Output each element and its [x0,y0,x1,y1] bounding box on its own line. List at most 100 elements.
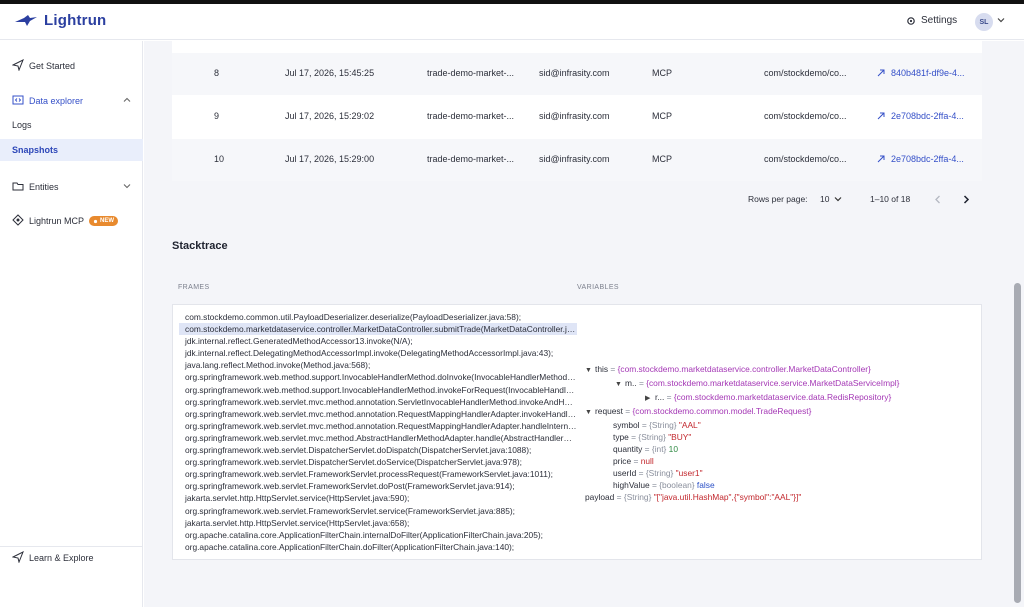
row-source: MCP [652,68,672,78]
sidebar-item-logs[interactable]: Logs [0,114,143,136]
stack-frame[interactable]: org.apache.catalina.core.ApplicationFilt… [179,541,577,553]
sidebar-item-lightrun-mcp[interactable]: Lightrun MCP NEW [0,210,143,232]
stack-frame[interactable]: jdk.internal.reflect.GeneratedMethodAcce… [179,335,577,347]
stack-frame[interactable]: org.springframework.web.method.support.I… [179,371,577,383]
avatar[interactable]: SL [975,13,993,31]
external-link-icon [877,112,885,120]
stack-frame[interactable]: com.stockdemo.common.util.PayloadDeseria… [179,311,577,323]
logo[interactable]: Lightrun [14,12,106,29]
previous-page-icon[interactable] [934,195,942,204]
row-location: com/stockdemo/co... [764,154,847,164]
stack-frame[interactable]: org.springframework.web.servlet.Framewor… [179,480,577,492]
table-row[interactable]: 10 Jul 17, 2026, 15:29:00 trade-demo-mar… [172,139,982,181]
external-link-icon [877,155,885,163]
table-row[interactable]: 8 Jul 17, 2026, 15:45:25 trade-demo-mark… [172,53,982,95]
stack-frame[interactable]: org.springframework.web.servlet.Dispatch… [179,456,577,468]
sidebar: Get Started Data explorer Logs Snapshots… [0,41,143,607]
stack-frame[interactable]: org.springframework.web.servlet.mvc.meth… [179,408,577,420]
expand-right-icon[interactable]: ▶ [645,393,655,405]
rows-per-page-select[interactable]: 10 [820,194,842,204]
row-number: 9 [214,111,220,121]
variables-header: VARIABLES [577,284,619,291]
sidebar-item-label: Get Started [29,61,76,71]
main-content: 8 Jul 17, 2026, 15:45:25 trade-demo-mark… [144,41,1010,607]
row-id-link[interactable]: 840b481f-df9e-4... [877,68,965,78]
stack-frame[interactable]: org.apache.catalina.core.ApplicationFilt… [179,529,577,541]
settings-button[interactable]: Settings [906,15,957,26]
sidebar-item-label: Learn & Explore [29,553,94,563]
settings-label: Settings [921,15,958,26]
sidebar-item-data-explorer[interactable]: Data explorer [0,90,143,112]
row-date: Jul 17, 2026, 15:29:00 [285,154,375,164]
folder-icon [12,182,24,191]
lightrun-logo-icon [15,14,37,26]
table-row[interactable]: 9 Jul 17, 2026, 15:29:02 trade-demo-mark… [172,96,982,138]
row-location: com/stockdemo/co... [764,111,847,121]
stack-frame-selected[interactable]: com.stockdemo.marketdataservice.controll… [179,323,577,336]
var-m[interactable]: ▼ m.. = {com.stockdemo.marketdataservice.… [615,377,899,389]
var-quantity: quantity = {int} 10 [613,444,678,454]
var-request[interactable]: ▼ request = {com.stockdemo.common.model.T… [585,405,811,417]
row-agent: trade-demo-market-... [427,68,515,78]
stacktrace-panel: com.stockdemo.common.util.PayloadDeseria… [172,304,982,560]
row-user: sid@infrasity.com [539,68,610,78]
expand-down-icon[interactable]: ▼ [615,379,625,391]
row-id: 2e708bdc-2ffa-4... [891,154,964,164]
sidebar-item-label: Snapshots [12,145,59,155]
row-number: 8 [214,68,220,78]
chevron-down-icon[interactable] [997,17,1005,23]
row-agent: trade-demo-market-... [427,111,515,121]
stack-frame[interactable]: org.springframework.web.servlet.mvc.meth… [179,420,577,432]
var-highvalue: highValue = {boolean} false [613,480,715,490]
brand-name: Lightrun [44,12,107,29]
expand-down-icon[interactable]: ▼ [585,365,595,377]
stack-frame[interactable]: jakarta.servlet.http.HttpServlet.service… [179,517,577,529]
row-source: MCP [652,111,672,121]
sidebar-item-label: Logs [12,120,32,130]
row-id-link[interactable]: 2e708bdc-2ffa-4... [877,154,964,164]
scrollbar-thumb[interactable] [1014,283,1021,603]
frames-list: com.stockdemo.common.util.PayloadDeseria… [179,311,577,553]
row-date: Jul 17, 2026, 15:45:25 [285,68,375,78]
var-userid: userId = {String} "user1" [613,468,703,478]
stack-frame[interactable]: java.lang.reflect.Method.invoke(Method.j… [179,359,577,371]
sidebar-item-label: Lightrun MCP [29,216,85,226]
chevron-down-icon [123,184,131,189]
next-page-icon[interactable] [962,195,970,204]
row-user: sid@infrasity.com [539,111,610,121]
frames-header: FRAMES [178,284,210,291]
stack-frame[interactable]: org.springframework.web.servlet.mvc.meth… [179,396,577,408]
row-id: 2e708bdc-2ffa-4... [891,111,964,121]
row-id: 840b481f-df9e-4... [891,68,965,78]
var-r[interactable]: ▶ r... = {com.stockdemo.marketdataservice… [645,391,891,403]
stack-frame[interactable]: org.springframework.web.servlet.Dispatch… [179,444,577,456]
sidebar-item-entities[interactable]: Entities [0,176,143,198]
code-brackets-icon [12,95,24,105]
chevron-up-icon [123,97,131,102]
app-header: Lightrun Settings SL [0,4,1024,40]
var-payload: payload = {String} "["java.util.HashMap"… [585,492,802,502]
rocket-icon [12,551,24,563]
row-location: com/stockdemo/co... [764,68,847,78]
new-badge: NEW [89,216,118,226]
expand-down-icon[interactable]: ▼ [585,407,595,419]
stack-frame[interactable]: org.springframework.web.servlet.Framewor… [179,505,577,517]
sidebar-item-snapshots[interactable]: Snapshots [0,139,143,161]
rows-per-page-label: Rows per page: [748,194,808,204]
row-source: MCP [652,154,672,164]
stack-frame[interactable]: org.springframework.web.servlet.mvc.meth… [179,432,577,444]
sidebar-item-learn-explore[interactable]: Learn & Explore [0,547,143,569]
new-badge-label: NEW [100,218,114,224]
var-this[interactable]: ▼ this = {com.stockdemo.marketdataservice… [585,363,871,375]
stack-frame[interactable]: jdk.internal.reflect.DelegatingMethodAcc… [179,347,577,359]
stack-frame[interactable]: org.springframework.web.method.support.I… [179,384,577,396]
chevron-down-icon [835,197,842,202]
row-id-link[interactable]: 2e708bdc-2ffa-4... [877,111,964,121]
stack-frame[interactable]: org.springframework.web.servlet.Framewor… [179,468,577,480]
stack-frame[interactable]: jakarta.servlet.http.HttpServlet.service… [179,492,577,504]
var-symbol: symbol = {String} "AAL" [613,420,701,430]
rows-per-page-value: 10 [820,194,830,204]
var-type: type = {String} "BUY" [613,432,692,442]
sidebar-item-get-started[interactable]: Get Started [0,55,143,77]
page-range: 1–10 of 18 [870,194,911,204]
